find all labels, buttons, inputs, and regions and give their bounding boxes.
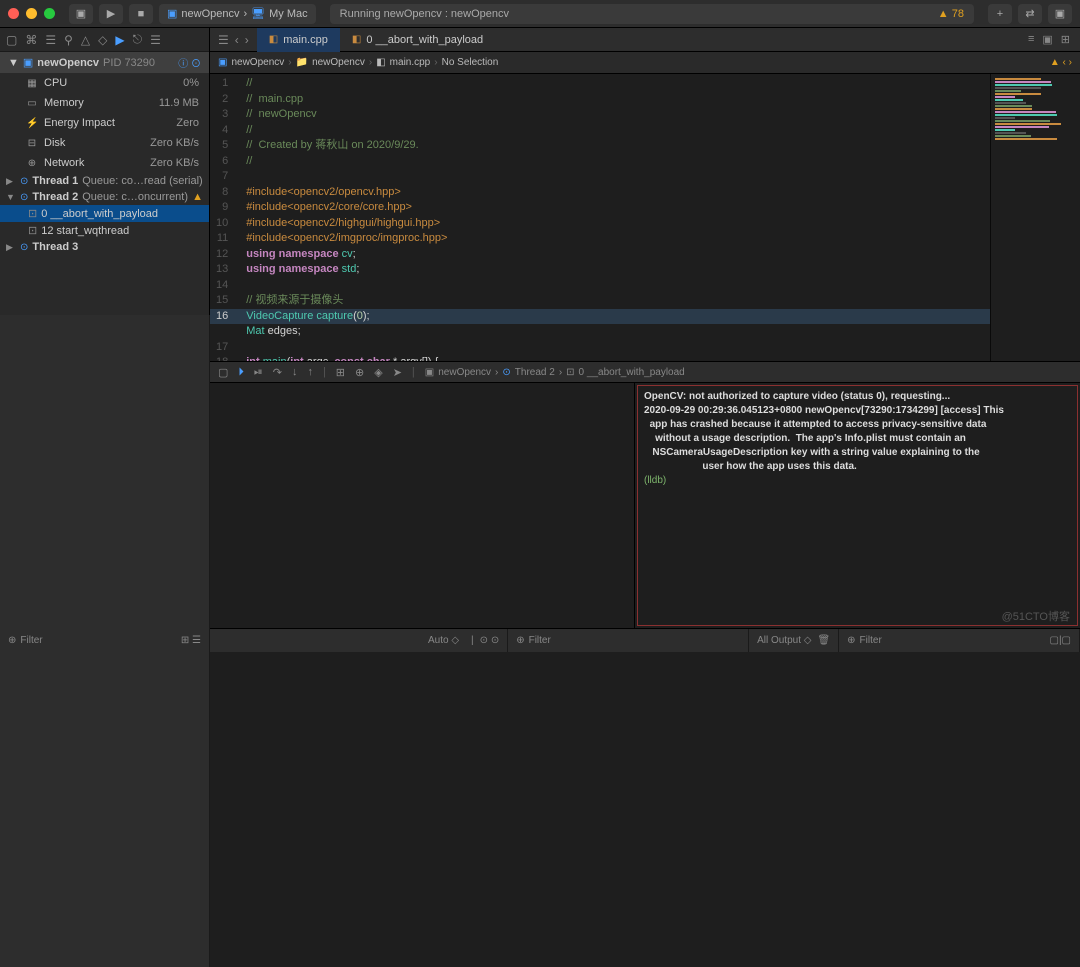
auto-selector[interactable]: Auto ◇ — [428, 635, 459, 646]
editor-options-icon[interactable]: ≡ — [1028, 33, 1034, 46]
minimize-window[interactable] — [26, 8, 37, 19]
watermark: @51CTO博客 — [1002, 608, 1070, 624]
folder-icon: 📁 — [296, 57, 308, 68]
code-editor[interactable]: 123456789101112131415161718192021 // // … — [210, 74, 990, 361]
find-icon[interactable]: ⚲ — [64, 33, 73, 47]
related-items-icon[interactable]: ☰ — [218, 33, 229, 47]
vars-filter-input[interactable]: ⊕ Filter — [516, 635, 551, 646]
panel-layout-icon[interactable]: ▢|▢ — [1050, 635, 1072, 646]
app-icon: ▣ — [167, 7, 177, 20]
vars-options-icon[interactable]: ⊙ ⊙ — [480, 635, 500, 646]
console-filter-input[interactable]: ⊕ Filter — [847, 635, 882, 646]
scheme-selector[interactable]: ▣ newOpencv › 🖥 My Mac — [159, 4, 316, 24]
split-icon[interactable]: ⊞ — [1061, 33, 1070, 46]
breakpoints-toggle[interactable]: ⏵ — [238, 366, 244, 379]
lldb-prompt: (lldb) — [644, 475, 666, 486]
step-into-icon[interactable]: ↓ — [292, 366, 298, 378]
disclosure-icon: ▼ — [8, 57, 19, 69]
debug-icon[interactable]: ▶ — [115, 33, 124, 47]
metric-row[interactable]: ⊟DiskZero KB/s — [0, 133, 209, 153]
process-header[interactable]: ▼ ▣ newOpencv PID 73290 ⓘ ⊙ — [0, 52, 209, 73]
file-icon: ◧ — [376, 57, 385, 68]
process-name: newOpencv — [37, 57, 99, 69]
app-icon: ▣ — [23, 56, 33, 69]
minimap[interactable] — [990, 74, 1080, 361]
editor-tab-bar: ☰ ‹ › ◧main.cpp◧0 __abort_with_payload ≡… — [210, 28, 1080, 52]
location-icon[interactable]: ➤ — [393, 366, 402, 379]
metric-row[interactable]: ▦CPU0% — [0, 73, 209, 93]
hide-debug-icon[interactable]: ▢ — [218, 366, 228, 379]
panel-toggle-icon[interactable]: ▣ — [1048, 4, 1072, 24]
variables-view[interactable] — [210, 383, 635, 628]
chevron-right-icon: › — [244, 8, 248, 20]
jump-bar[interactable]: ▣ newOpencv› 📁 newOpencv› ◧ main.cpp› No… — [210, 52, 1080, 74]
output-selector[interactable]: All Output ◇ — [757, 635, 811, 646]
editor-tab[interactable]: ◧main.cpp — [257, 28, 340, 52]
info-icon[interactable]: ⓘ ⊙ — [178, 55, 201, 70]
forward-button[interactable]: › — [245, 33, 249, 47]
run-button[interactable]: ▶ — [99, 4, 123, 24]
step-over-icon[interactable]: ↷ — [273, 366, 282, 379]
zoom-window[interactable] — [44, 8, 55, 19]
editor-tab[interactable]: ◧0 __abort_with_payload — [340, 28, 495, 52]
memory-graph-icon[interactable]: ⊕ — [355, 366, 364, 379]
status-text: Running newOpencv : newOpencv — [340, 8, 509, 20]
file-warning-icon[interactable]: ▲ ‹ › — [1050, 57, 1072, 68]
sidebar-toggle-icon[interactable]: ▣ — [69, 4, 93, 24]
console-view: OpenCV: not authorized to capture video … — [635, 383, 1080, 628]
crumb-file[interactable]: main.cpp — [390, 57, 431, 68]
metric-row[interactable]: ⚡Energy ImpactZero — [0, 113, 209, 133]
env-override-icon[interactable]: ◈ — [374, 366, 382, 379]
report-icon[interactable]: ☰ — [150, 33, 161, 47]
crumb-project[interactable]: newOpencv — [231, 57, 284, 68]
pid-label: PID 73290 — [103, 57, 155, 69]
stack-frame[interactable]: ⊡ 12 start_wqthread — [0, 222, 209, 239]
navigator-selector: ▢ ⌘ ☰ ⚲ △ ◇ ▶ ⎋ ☰ — [0, 28, 209, 52]
stack-frame[interactable]: ⊡ 0 __abort_with_payload — [0, 205, 209, 222]
metric-row[interactable]: ⊕NetworkZero KB/s — [0, 153, 209, 173]
add-button[interactable]: + — [988, 4, 1012, 24]
debug-jump-bar[interactable]: ▣newOpencv› ⊙Thread 2› ⊡0 __abort_with_p… — [425, 367, 685, 378]
assistant-icon[interactable]: ▣ — [1042, 33, 1052, 46]
metric-row[interactable]: ▭Memory11.9 MB — [0, 93, 209, 113]
project-icon: ▣ — [218, 57, 227, 68]
folder-icon[interactable]: ▢ — [6, 33, 17, 47]
breakpoint-icon[interactable]: ⎋ — [133, 32, 143, 47]
scheme-name: newOpencv — [181, 8, 239, 20]
issue-icon[interactable]: △ — [81, 33, 90, 47]
debug-view-icon[interactable]: ⊞ — [336, 366, 345, 379]
scm-icon[interactable]: ⌘ — [25, 33, 37, 47]
stop-button[interactable]: ■ — [129, 4, 153, 24]
code-review-icon[interactable]: ⇄ — [1018, 4, 1042, 24]
bottom-bar: ⊕ Filter ⊞ ☰ Auto ◇ | ⊙ ⊙ ⊕ Filter All O… — [210, 628, 1080, 652]
device-name: My Mac — [269, 8, 308, 20]
console-output[interactable]: OpenCV: not authorized to capture video … — [637, 385, 1078, 626]
activity-status: Running newOpencv : newOpencv ▲ 78 — [330, 4, 974, 24]
titlebar: ▣ ▶ ■ ▣ newOpencv › 🖥 My Mac Running new… — [0, 0, 1080, 28]
step-out-icon[interactable]: ↑ — [307, 366, 313, 378]
window-controls — [8, 8, 55, 19]
warning-count[interactable]: ▲ 78 — [938, 8, 964, 20]
debug-bar: ▢ ⏵ ⏯ ↷ ↓ ↑ | ⊞ ⊕ ◈ ➤ | ▣newOpencv› ⊙Thr… — [210, 361, 1080, 383]
crumb-folder[interactable]: newOpencv — [312, 57, 365, 68]
code-content[interactable]: // // main.cpp // newOpencv // // Create… — [238, 74, 990, 361]
thread-row[interactable]: ▶⊙Thread 3 — [0, 239, 209, 255]
symbol-icon[interactable]: ☰ — [45, 33, 56, 47]
line-gutter: 123456789101112131415161718192021 — [210, 74, 238, 361]
test-icon[interactable]: ◇ — [98, 33, 107, 47]
close-window[interactable] — [8, 8, 19, 19]
crumb-symbol[interactable]: No Selection — [442, 57, 499, 68]
thread-row[interactable]: ▶⊙Thread 1 Queue: co…read (serial) — [0, 173, 209, 189]
back-button[interactable]: ‹ — [235, 33, 239, 47]
device-icon: 🖥 — [251, 7, 265, 20]
continue-icon[interactable]: ⏯ — [254, 366, 263, 379]
clear-console-icon[interactable]: 🗑 — [817, 635, 830, 646]
thread-row[interactable]: ▼⊙Thread 2 Queue: c…oncurrent)▲ — [0, 189, 209, 205]
